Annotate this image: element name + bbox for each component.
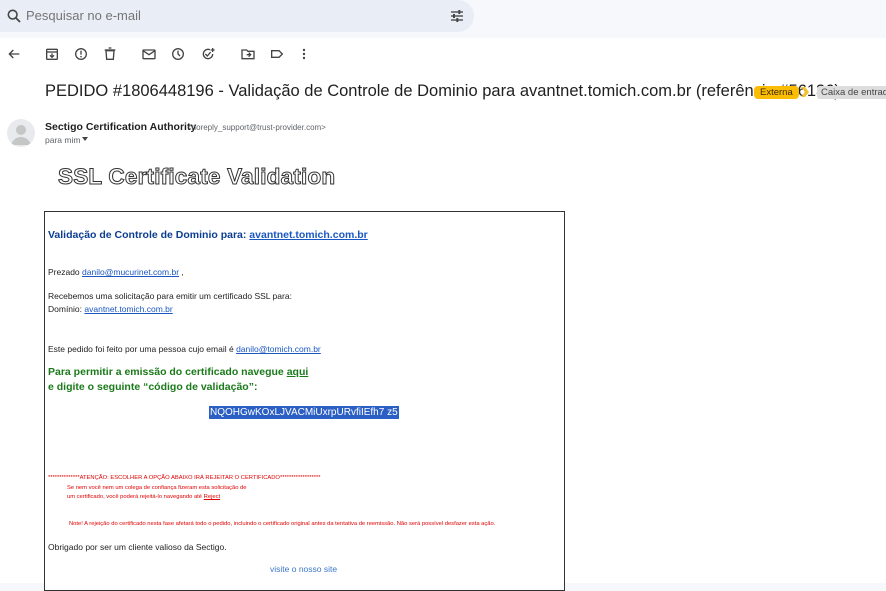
cta-line-1: Para permitir a emissão do certificado n… [48,366,308,378]
snooze-icon[interactable] [170,46,186,62]
importance-marker-icon[interactable] [800,86,810,98]
inbox-label[interactable]: Caixa de entrada × [817,86,886,99]
reject-link[interactable]: Reject [204,494,220,500]
thanks-line: Obrigado por ser um cliente valioso da S… [48,542,227,552]
greeting: Prezado danilo@mucurinet.com.br , [48,267,184,277]
label-icon[interactable] [269,46,285,62]
validation-heading: Validação de Controle de Dominio para: a… [48,229,368,241]
domain-link[interactable]: avantnet.tomich.com.br [84,304,172,314]
sender-name: Sectigo Certification Authority [45,121,197,133]
filter-options-icon[interactable] [449,8,465,24]
default-avatar-icon [11,125,31,145]
email-subject: PEDIDO #1806448196 - Validação de Contro… [45,82,840,100]
cta-prefix: Para permitir a emissão do certificado n… [48,366,284,378]
reject-line-2-prefix: um certificado, você poderá rejeitá-lo n… [67,494,203,500]
sender-email: <noreply_support@trust-provider.com> [187,123,326,132]
external-badge: Externa [754,86,799,99]
cta-here-link[interactable]: aqui [287,366,309,378]
report-spam-icon[interactable] [73,46,89,62]
validation-code[interactable]: NQOHGwKOxLJVACMiUxrpURvfiIEfh7 z5 [209,406,399,419]
cta-line-2: e digite o seguinte “código de validação… [48,381,258,393]
avatar [7,119,35,147]
reject-note: Note! A rejeição do certificado nesta fa… [69,521,496,527]
recipient-details-caret-icon[interactable] [82,137,88,141]
requester-prefix: Este pedido foi feito por uma pessoa cuj… [48,344,234,354]
heading-prefix: Validação de Controle de Dominio para: [48,229,247,241]
heading-domain-link[interactable]: avantnet.tomich.com.br [249,229,367,241]
requester-line: Este pedido foi feito por uma pessoa cuj… [48,344,321,354]
certificate-title: SSL Certificate Validation [57,164,336,190]
delete-icon[interactable] [102,46,118,62]
recipient-line[interactable]: para mim [45,135,80,145]
email-body-box: Validação de Controle de Dominio para: a… [44,211,565,591]
visit-site-link[interactable]: visite o nosso site [270,564,337,574]
mark-unread-icon[interactable] [141,46,157,62]
domain-label: Domínio: [48,304,83,314]
domain-line: Domínio: avantnet.tomich.com.br [48,304,173,314]
email-toolbar [0,44,400,64]
request-line: Recebemos uma solicitação para emitir um… [48,291,292,301]
search-bar[interactable] [0,0,474,32]
reject-line-2: um certificado, você poderá rejeitá-lo n… [67,494,220,500]
add-task-icon[interactable] [200,46,216,62]
warning-line: **************ATENÇÃO: ESCOLHER A OPÇÃO … [48,475,321,481]
email-view: PEDIDO #1806448196 - Validação de Contro… [0,38,886,591]
archive-icon[interactable] [44,46,60,62]
move-to-icon[interactable] [240,46,256,62]
search-icon[interactable] [6,8,22,24]
greeting-suffix: , [181,267,184,277]
more-options-icon[interactable] [296,46,312,62]
greeting-email-link[interactable]: danilo@mucurinet.com.br [82,267,179,277]
reject-line-1: Se nem você nem um colega de confiança f… [67,485,247,491]
back-arrow-icon[interactable] [6,46,22,62]
greeting-prefix: Prezado [48,267,80,277]
search-input[interactable] [26,8,326,23]
requester-email-link[interactable]: danilo@tomich.com.br [236,344,321,354]
